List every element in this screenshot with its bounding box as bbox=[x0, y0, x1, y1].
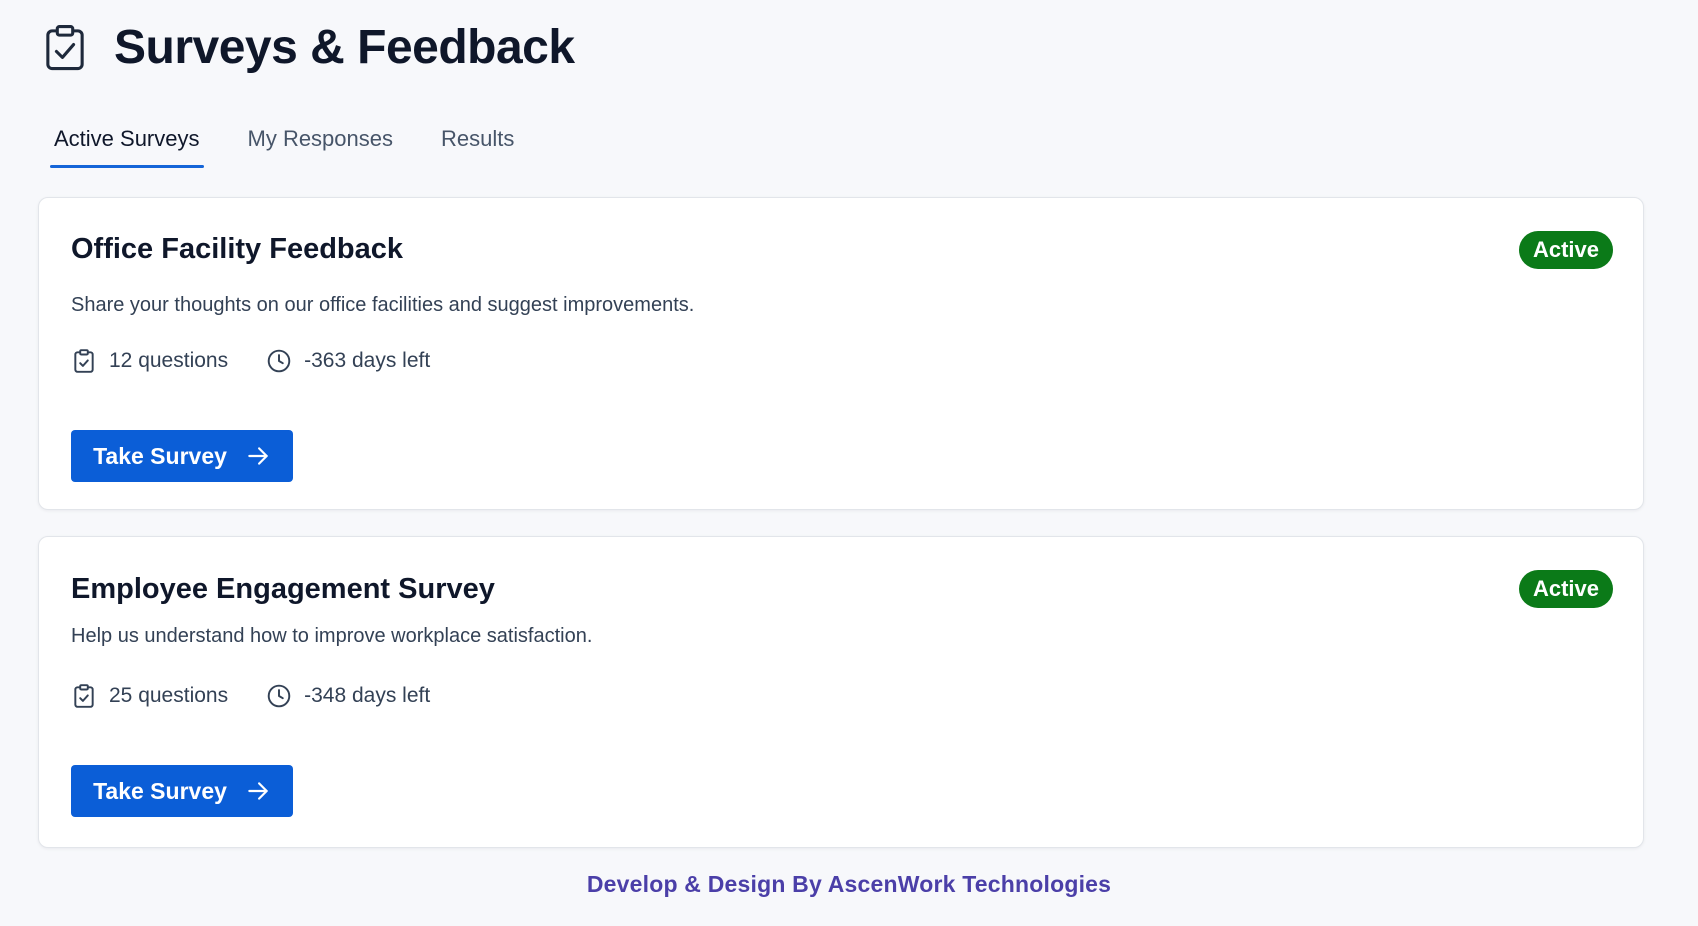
clock-icon bbox=[267, 349, 291, 373]
survey-tabs: Active Surveys My Responses Results bbox=[50, 122, 562, 168]
status-badge: Active bbox=[1518, 570, 1613, 608]
survey-description: Share your thoughts on our office facili… bbox=[71, 294, 695, 316]
clipboard-check-icon bbox=[44, 24, 86, 72]
take-survey-label: Take Survey bbox=[93, 777, 227, 804]
tab-active-surveys[interactable]: Active Surveys bbox=[50, 122, 203, 168]
days-left: -363 days left bbox=[266, 348, 430, 374]
days-left-text: -363 days left bbox=[304, 349, 431, 372]
page-title: Surveys & Feedback bbox=[114, 21, 575, 74]
arrow-right-icon bbox=[248, 782, 268, 800]
page-header: Surveys & Feedback bbox=[44, 20, 575, 75]
take-survey-button[interactable]: Take Survey bbox=[71, 765, 293, 817]
survey-title: Employee Engagement Survey bbox=[71, 573, 495, 605]
clock-icon bbox=[267, 684, 291, 708]
arrow-right-icon bbox=[248, 447, 268, 465]
question-count: 12 questions bbox=[71, 348, 228, 374]
take-survey-button[interactable]: Take Survey bbox=[71, 430, 293, 482]
take-survey-label: Take Survey bbox=[93, 442, 227, 469]
tab-results[interactable]: Results bbox=[441, 122, 514, 168]
survey-title: Office Facility Feedback bbox=[71, 233, 404, 265]
footer-credit: Develop & Design By AscenWork Technologi… bbox=[586, 871, 1112, 897]
clipboard-check-icon bbox=[74, 349, 94, 373]
survey-card: Office Facility Feedback Active Share yo… bbox=[38, 197, 1644, 510]
question-count-text: 12 questions bbox=[109, 349, 229, 372]
days-left-text: -348 days left bbox=[304, 684, 431, 707]
question-count-text: 25 questions bbox=[109, 684, 229, 707]
tab-my-responses[interactable]: My Responses bbox=[248, 122, 394, 168]
question-count: 25 questions bbox=[71, 683, 228, 709]
days-left: -348 days left bbox=[266, 683, 430, 709]
survey-meta: 12 questions -363 days left bbox=[71, 348, 468, 374]
survey-card: Employee Engagement Survey Active Help u… bbox=[38, 536, 1644, 848]
survey-meta: 25 questions -348 days left bbox=[71, 683, 468, 709]
survey-description: Help us understand how to improve workpl… bbox=[71, 625, 593, 647]
clipboard-check-icon bbox=[74, 684, 94, 708]
status-badge: Active bbox=[1518, 231, 1613, 269]
